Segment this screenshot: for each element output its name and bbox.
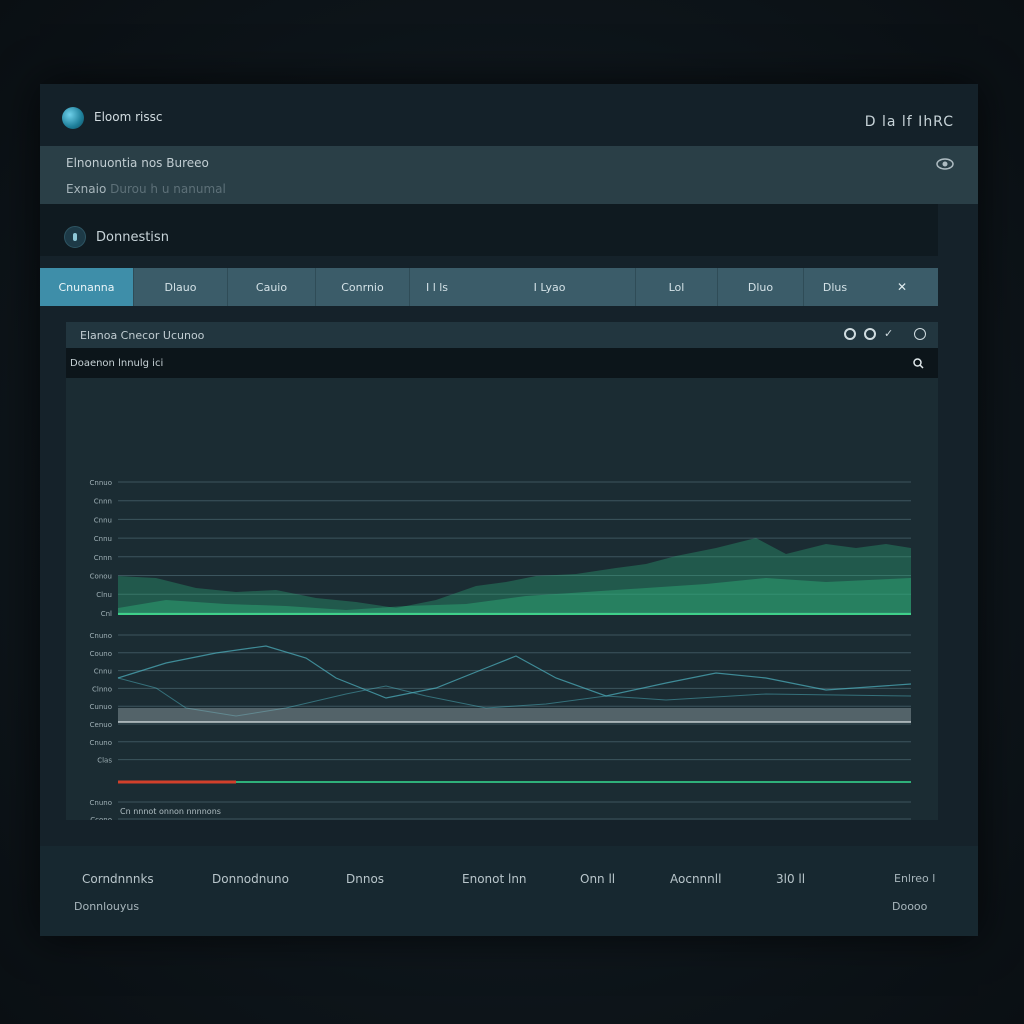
mid-y-tick-label: Cnuno bbox=[90, 632, 112, 640]
mid-y-tick-label: Cnuno bbox=[90, 739, 112, 747]
tab-9[interactable]: Dlus bbox=[804, 268, 866, 306]
footer-item-1[interactable]: Corndnnnks bbox=[82, 872, 154, 886]
eye-icon[interactable] bbox=[936, 157, 954, 171]
footer-sub-right: Doooo bbox=[892, 900, 928, 913]
footer-item-8[interactable]: Enlreo l bbox=[894, 872, 935, 885]
app-logo bbox=[62, 107, 84, 129]
bot-y-tick-label: Ccono bbox=[90, 816, 112, 820]
section-title: Donnestisn bbox=[96, 230, 169, 245]
close-icon: ✕ bbox=[896, 280, 908, 294]
tab-close-button[interactable]: ✕ bbox=[866, 268, 938, 306]
tab-8[interactable]: Dluo bbox=[718, 268, 804, 306]
chart-plot: Cnnuo Cnnn Cnnu Cnnu Cnnn Conou Clnu Cnl Cnuno Co… bbox=[66, 378, 938, 820]
section-icon bbox=[64, 226, 86, 248]
mid-y-tick-label: Cnnu bbox=[94, 668, 112, 676]
section-header: Donnestisn bbox=[40, 204, 938, 256]
tab-1[interactable]: Cnunanna bbox=[40, 268, 134, 306]
middle-gray-band bbox=[118, 708, 911, 722]
app-title: Eloom rissc bbox=[94, 110, 163, 124]
footer-item-7[interactable]: 3l0 ll bbox=[776, 872, 805, 886]
title-right-text[interactable]: D la lf IhRC bbox=[865, 114, 954, 130]
footer-bar: Corndnnnks Donnodnuno Dnnos Enonot lnn O… bbox=[40, 846, 978, 936]
info-line-2-label: Exnaio bbox=[66, 182, 107, 196]
chart-controls: ✓ bbox=[844, 328, 926, 340]
footer-item-4[interactable]: Enonot lnn bbox=[462, 872, 527, 886]
tab-6[interactable]: I Lyao bbox=[464, 268, 636, 306]
top-y-tick-label: Cnnuo bbox=[90, 479, 112, 487]
tab-5[interactable]: I l ls bbox=[410, 268, 464, 306]
search-icon[interactable] bbox=[913, 358, 924, 369]
mid-y-tick-label: Couno bbox=[90, 650, 112, 658]
mid-y-tick-label: Clnno bbox=[92, 685, 112, 693]
top-y-tick-label: Cnnu bbox=[94, 535, 112, 543]
bottom-caption: Cn nnnot onnon nnnnons bbox=[120, 807, 221, 816]
settings-icon[interactable] bbox=[914, 328, 926, 340]
middle-line-series-1 bbox=[117, 645, 912, 699]
tab-4[interactable]: Conrnio bbox=[316, 268, 410, 306]
record-icon[interactable] bbox=[844, 328, 856, 340]
panel-title: Doaenon lnnulg ici bbox=[70, 358, 164, 369]
mid-y-tick-label: Cenuo bbox=[90, 721, 112, 729]
info-line-2: Exnaio Durou h u nanumal bbox=[66, 182, 226, 196]
tab-7[interactable]: Lol bbox=[636, 268, 718, 306]
tab-bar: Cnunanna Dlauo Cauio Conrnio I l ls I Ly… bbox=[40, 268, 938, 306]
footer-item-6[interactable]: Aocnnnll bbox=[670, 872, 721, 886]
app-window: Eloom rissc D la lf IhRC Elnonuontia nos… bbox=[40, 84, 978, 936]
info-line-2-value: Durou h u nanumal bbox=[110, 182, 226, 196]
info-line-1: Elnonuontia nos Bureeo bbox=[66, 156, 209, 170]
top-y-tick-label: Cnnn bbox=[94, 498, 112, 506]
top-y-tick-label: Clnu bbox=[96, 591, 112, 599]
footer-sub-left: Donnlouyus bbox=[74, 900, 140, 913]
top-y-tick-label: Cnnu bbox=[94, 516, 112, 524]
pause-icon[interactable] bbox=[864, 328, 876, 340]
chart-svg: Cnnuo Cnnn Cnnu Cnnu Cnnn Conou Clnu Cnl Cnuno Co… bbox=[90, 479, 912, 820]
footer-item-3[interactable]: Dnnos bbox=[346, 872, 384, 886]
tab-2[interactable]: Dlauo bbox=[134, 268, 228, 306]
check-icon[interactable]: ✓ bbox=[884, 328, 896, 340]
bot-y-tick-label: Cnuno bbox=[90, 799, 112, 807]
footer-item-5[interactable]: Onn ll bbox=[580, 872, 615, 886]
info-bar: Elnonuontia nos Bureeo Exnaio Durou h u … bbox=[40, 146, 978, 204]
chart-toolbar-title: Elanoa Cnecor Ucunoo bbox=[80, 329, 205, 342]
title-bar: Eloom rissc D la lf IhRC bbox=[40, 84, 978, 146]
footer-item-2[interactable]: Donnodnuno bbox=[212, 872, 289, 886]
mid-y-tick-label: Cunuo bbox=[90, 703, 112, 711]
panel-header: Doaenon lnnulg ici bbox=[66, 348, 938, 378]
top-y-tick-label: Cnl bbox=[101, 610, 112, 618]
mid-y-tick-label: Clas bbox=[97, 757, 112, 765]
top-y-tick-label: Cnnn bbox=[94, 554, 112, 562]
chart-toolbar: Elanoa Cnecor Ucunoo ✓ bbox=[66, 322, 938, 348]
top-y-tick-label: Conou bbox=[90, 573, 112, 581]
tab-3[interactable]: Cauio bbox=[228, 268, 316, 306]
